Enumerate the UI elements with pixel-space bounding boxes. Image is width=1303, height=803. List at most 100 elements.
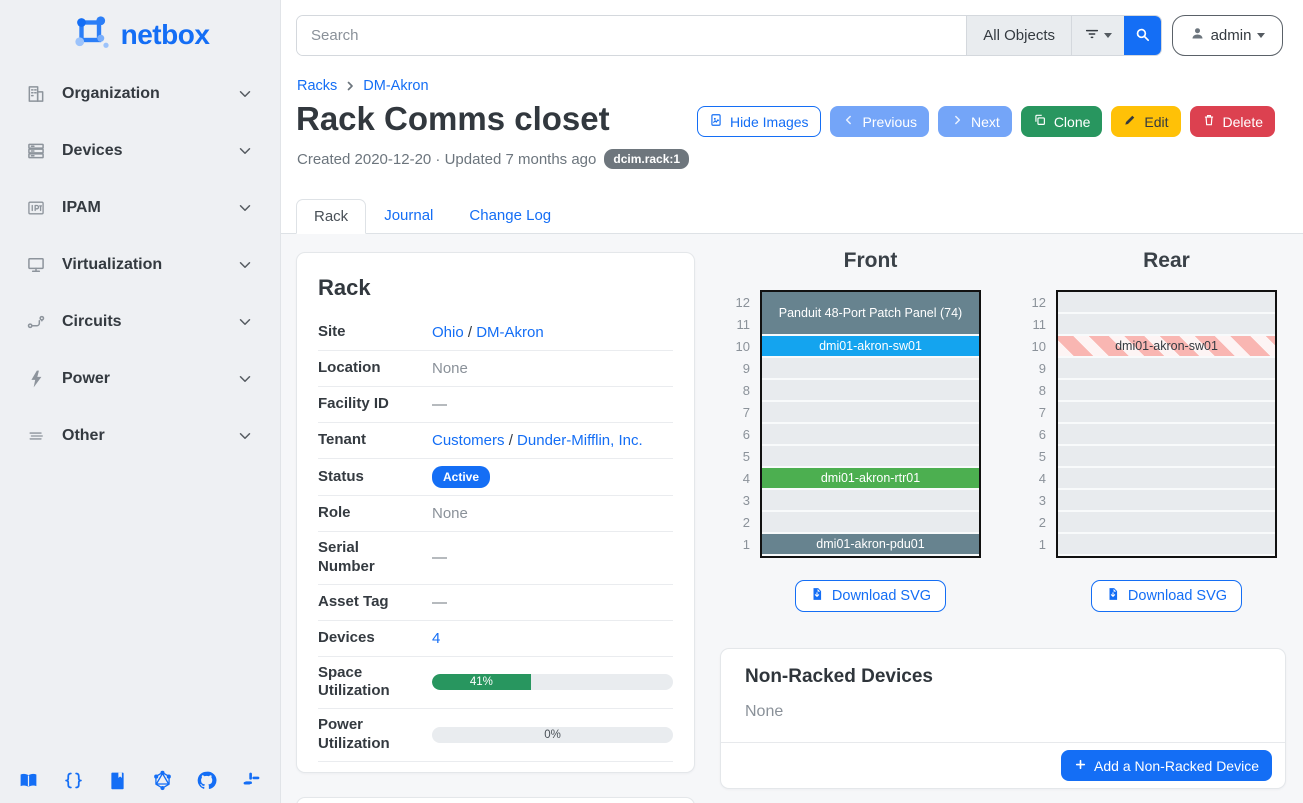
non-racked-empty-text: None [745, 703, 1261, 721]
clone-button[interactable]: Clone [1021, 106, 1103, 137]
rear-download-svg-button[interactable]: Download SVG [1091, 580, 1242, 612]
front-unit-numbers: 121110987654321 [720, 292, 750, 556]
community-slack-icon[interactable] [241, 770, 262, 791]
search-filter-button[interactable] [1071, 16, 1124, 55]
front-rack-unit-6[interactable] [762, 424, 979, 446]
attribute-value: Active [414, 466, 673, 488]
next-button[interactable]: Next [938, 106, 1012, 137]
attribute-value: Customers / Dunder-Mifflin, Inc. [414, 432, 673, 449]
unit-number: 11 [1016, 314, 1046, 336]
graphql-icon[interactable] [152, 770, 173, 791]
sidebar-item-virtualization[interactable]: Virtualization [10, 245, 270, 285]
image-file-icon [709, 113, 723, 130]
rear-rack-unit-11[interactable] [1058, 314, 1275, 336]
value-link[interactable]: Dunder-Mifflin, Inc. [517, 432, 643, 449]
rear-rack-unit-4[interactable] [1058, 468, 1275, 490]
rear-rack-unit-7[interactable] [1058, 402, 1275, 424]
status-badge: Active [432, 466, 490, 488]
front-rack-unit-7[interactable] [762, 402, 979, 424]
netbox-logo[interactable]: netbox [0, 0, 280, 60]
lines-icon [26, 426, 46, 446]
unit-number: 10 [1016, 336, 1046, 358]
attribute-value: 4 [414, 630, 673, 647]
rack-device[interactable]: dmi01-akron-pdu01 [762, 534, 979, 554]
sidebar-item-other[interactable]: Other [10, 416, 270, 456]
unit-number: 3 [720, 490, 750, 512]
sidebar-item-label: Circuits [62, 313, 236, 331]
search-input[interactable] [297, 16, 966, 55]
rack-device[interactable]: dmi01-akron-sw01 [762, 336, 979, 356]
front-download-svg-button[interactable]: Download SVG [795, 580, 946, 612]
value-link[interactable]: 4 [432, 630, 440, 647]
lightning-icon [26, 369, 46, 389]
rear-elevation-title: Rear [1056, 246, 1277, 280]
rear-rack-unit-6[interactable] [1058, 424, 1275, 446]
add-non-racked-device-button[interactable]: Add a Non-Racked Device [1061, 750, 1272, 781]
rear-rack-unit-2[interactable] [1058, 512, 1275, 534]
netbox-logo-text: netbox [121, 19, 210, 51]
tab-journal[interactable]: Journal [366, 198, 451, 233]
space-utilization-bar: 41% [432, 674, 673, 690]
sidebar-item-power[interactable]: Power [10, 359, 270, 399]
search-submit-button[interactable] [1124, 16, 1161, 55]
rear-rack-elevation: dmi01-akron-sw01 [1056, 290, 1277, 558]
rear-rack-unit-5[interactable] [1058, 446, 1275, 468]
chevron-down-icon [236, 370, 254, 388]
sidebar-item-devices[interactable]: Devices [10, 131, 270, 171]
rear-rack-unit-3[interactable] [1058, 490, 1275, 512]
front-rack-unit-9[interactable] [762, 358, 979, 380]
additional-panel-stub [296, 797, 695, 803]
rack-panel-title: Rack [318, 275, 673, 301]
sidebar-item-circuits[interactable]: Circuits [10, 302, 270, 342]
value-link[interactable]: DM-Akron [476, 324, 544, 341]
tab-change-log[interactable]: Change Log [451, 198, 569, 233]
rear-rack-unit-12[interactable] [1058, 292, 1275, 314]
front-rack-unit-2[interactable] [762, 512, 979, 534]
non-racked-footer: Add a Non-Racked Device [721, 742, 1285, 788]
unit-number: 2 [720, 512, 750, 534]
person-icon [1190, 26, 1205, 45]
unit-number: 7 [1016, 402, 1046, 424]
tab-rack[interactable]: Rack [296, 199, 366, 234]
front-elevation-title: Front [760, 246, 981, 280]
front-rack-unit-5[interactable] [762, 446, 979, 468]
sidebar-item-label: Devices [62, 142, 236, 160]
sidebar-footer [0, 770, 280, 791]
attribute-label: Serial Number [318, 539, 414, 577]
user-menu-button[interactable]: admin [1172, 15, 1283, 56]
rear-rack-unit-8[interactable] [1058, 380, 1275, 402]
rack-device[interactable]: dmi01-akron-sw01 [1058, 336, 1275, 356]
unit-number: 4 [1016, 468, 1046, 490]
rack-device[interactable]: Panduit 48-Port Patch Panel (74) [762, 292, 979, 334]
rack-details-panel: Rack SiteOhio / DM-AkronLocationNoneFaci… [296, 252, 695, 773]
sidebar-item-ipam[interactable]: IPAM [10, 188, 270, 228]
rear-rack-unit-1[interactable] [1058, 534, 1275, 556]
chevron-down-icon [236, 85, 254, 103]
rack-attribute-row-space-utilization: Space Utilization41% [318, 657, 673, 710]
previous-button[interactable]: Previous [830, 106, 929, 137]
front-rack-unit-3[interactable] [762, 490, 979, 512]
sidebar-item-label: IPAM [62, 199, 236, 217]
front-rack-unit-8[interactable] [762, 380, 979, 402]
value-link[interactable]: Customers [432, 432, 505, 449]
code-braces-icon[interactable] [63, 770, 84, 791]
delete-button[interactable]: Delete [1190, 106, 1275, 137]
copy-icon [1033, 113, 1047, 130]
hide-images-button[interactable]: Hide Images [697, 106, 821, 137]
breadcrumb-racks[interactable]: Racks [297, 78, 337, 94]
search-scope-button[interactable]: All Objects [966, 16, 1071, 55]
edit-button[interactable]: Edit [1111, 106, 1180, 137]
breadcrumb: Racks DM-Akron [297, 78, 429, 94]
rack-device[interactable]: dmi01-akron-rtr01 [762, 468, 979, 488]
docs-book-icon[interactable] [18, 770, 39, 791]
release-notes-icon[interactable] [107, 770, 128, 791]
server-icon [26, 141, 46, 161]
rack-attribute-row-facility-id: Facility ID— [318, 387, 673, 423]
unit-number: 3 [1016, 490, 1046, 512]
sidebar-item-organization[interactable]: Organization [10, 74, 270, 114]
github-icon[interactable] [196, 770, 217, 791]
rear-rack-unit-9[interactable] [1058, 358, 1275, 380]
value-link[interactable]: Ohio [432, 324, 464, 341]
breadcrumb-site[interactable]: DM-Akron [363, 78, 428, 94]
rack-attribute-row-serial-number: Serial Number— [318, 532, 673, 585]
